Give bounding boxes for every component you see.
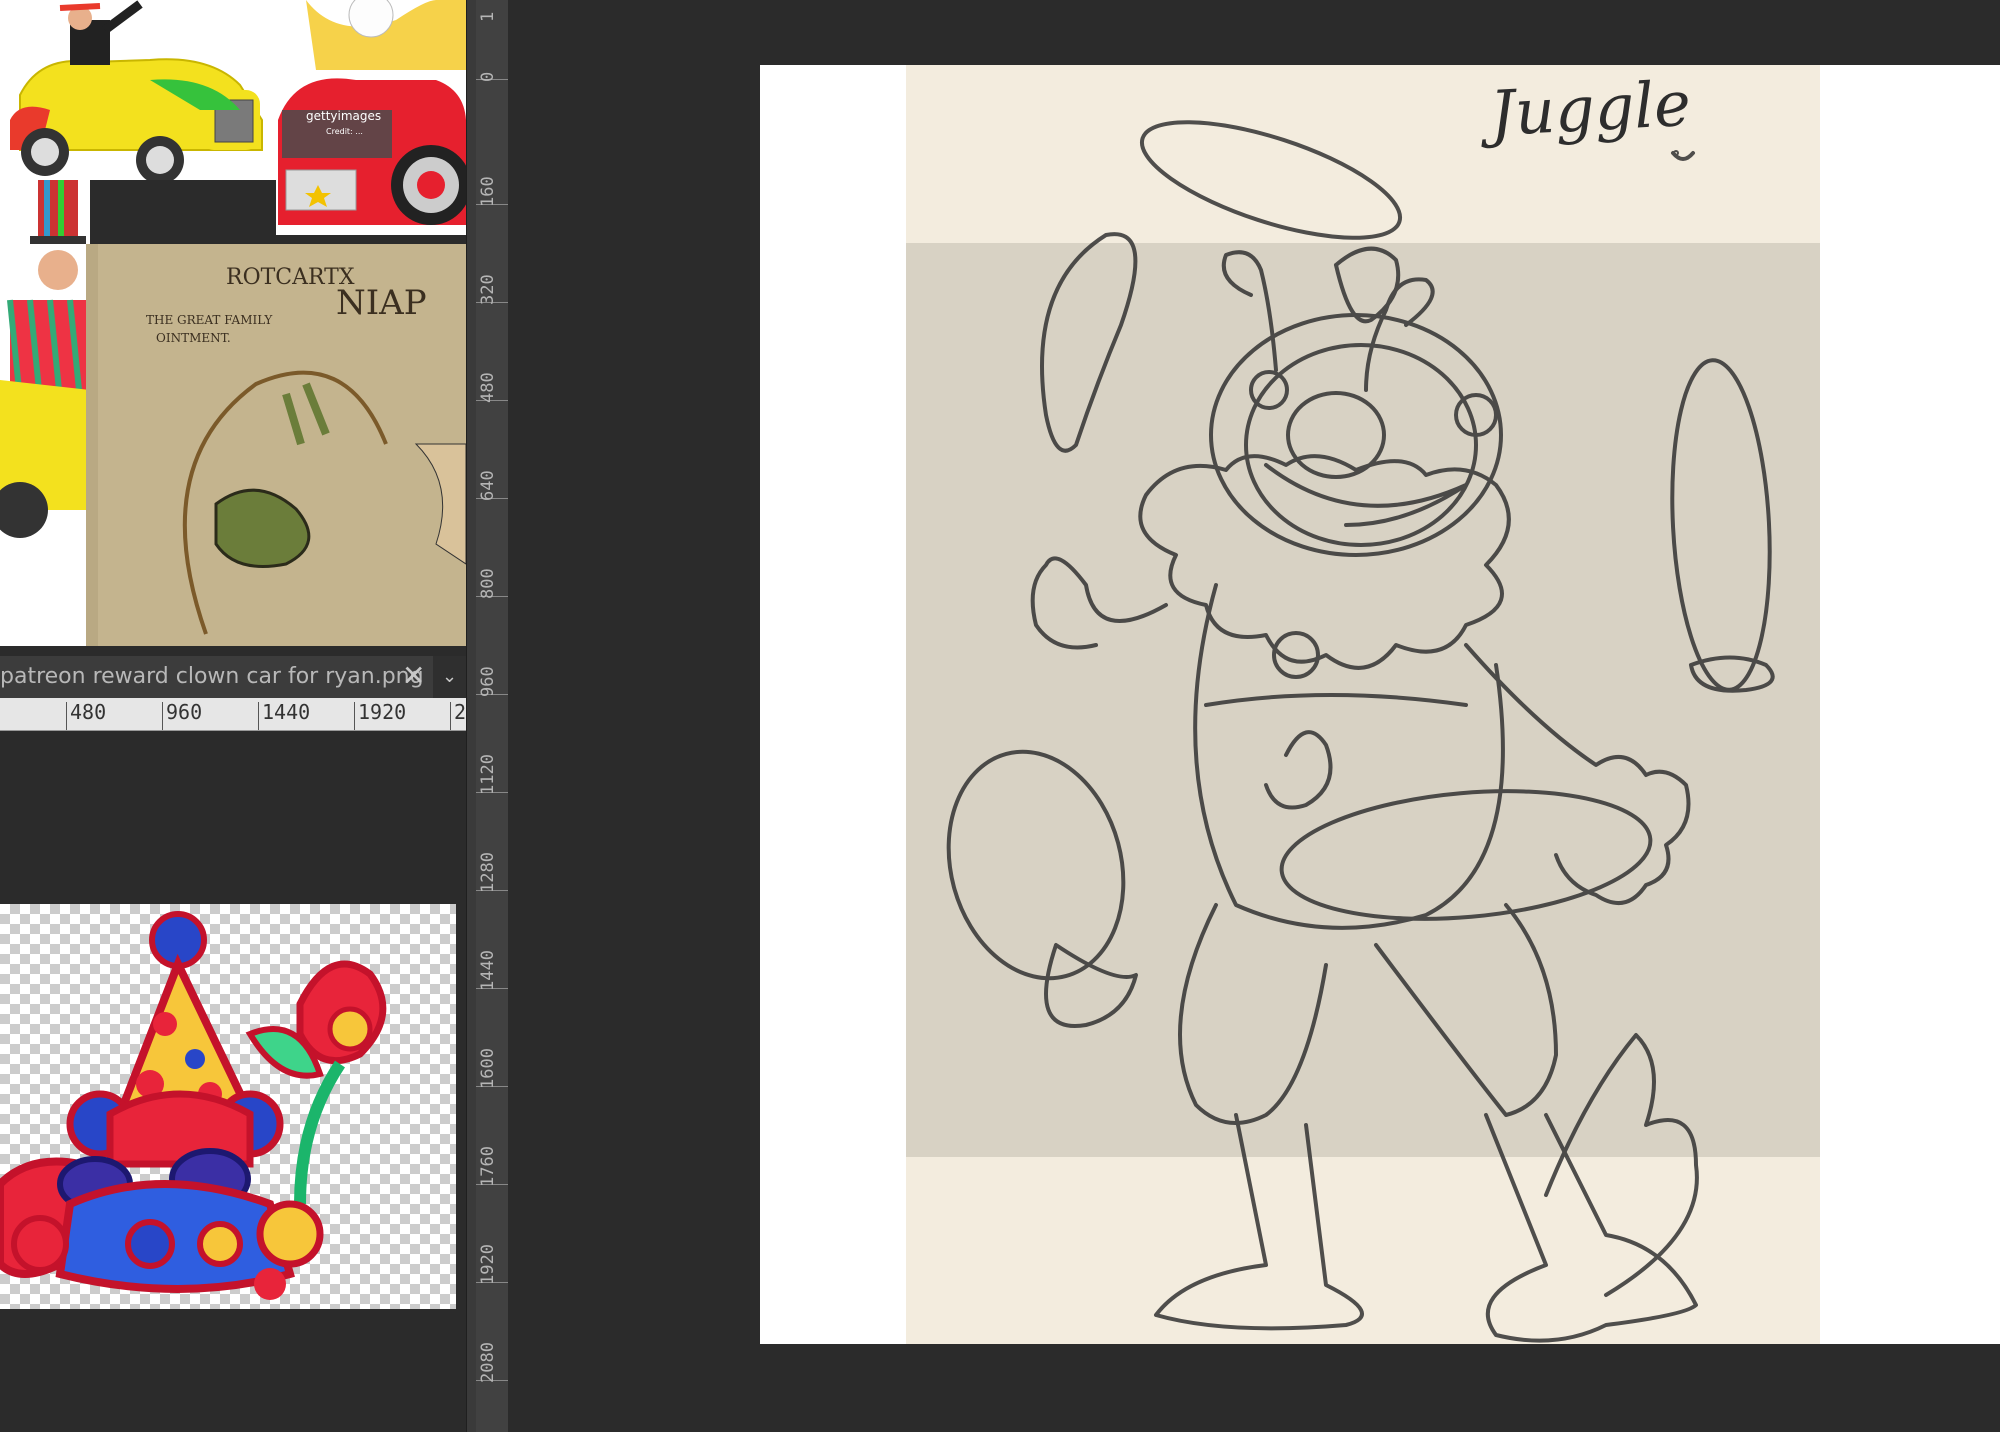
vruler-label: 1920 xyxy=(478,1244,498,1285)
vruler-label: 1760 xyxy=(478,1146,498,1187)
frog-clown-sketch xyxy=(946,120,1775,1343)
clown-car-sticker xyxy=(0,911,387,1300)
vruler-label: 0 xyxy=(478,71,498,82)
vruler-label: 640 xyxy=(478,470,498,501)
getty-watermark: gettyimages xyxy=(306,109,381,123)
ruler-tick xyxy=(162,702,163,730)
ruler-label-960: 960 xyxy=(166,700,203,724)
reference-photo-clown-car xyxy=(0,0,276,180)
ruler-tick xyxy=(66,702,67,730)
vertical-ruler: 1 0 160 320 480 640 800 960 1120 1280 14… xyxy=(476,0,509,1432)
vruler-label: 2080 xyxy=(478,1342,498,1383)
ruler-label-2400: 2 xyxy=(454,700,467,724)
vruler-label: 1440 xyxy=(478,950,498,991)
vruler-label: 160 xyxy=(478,176,498,207)
ruler-label-1920: 1920 xyxy=(358,700,407,724)
smiley-eye xyxy=(1673,150,1679,156)
document-tab[interactable]: patreon reward clown car for ryan.png ✕ … xyxy=(0,656,466,698)
ruler-label-1440: 1440 xyxy=(262,700,311,724)
document-tab-title[interactable]: patreon reward clown car for ryan.png xyxy=(0,664,424,689)
ruler-tick xyxy=(450,702,451,730)
vruler-label: 960 xyxy=(478,666,498,697)
horizontal-ruler: 480 960 1440 1920 2 xyxy=(0,698,466,731)
vruler-label: 320 xyxy=(478,274,498,305)
reference-photo-clown-hat xyxy=(0,180,90,646)
reference-photo-getty-clown-car: gettyimages Credit: ... xyxy=(276,0,466,235)
ruler-label-480: 480 xyxy=(70,700,107,724)
vruler-label: 1120 xyxy=(478,754,498,795)
vruler-label: 1280 xyxy=(478,852,498,893)
reference-panel: gettyimages Credit: ... ROTCARTX NIAP TH… xyxy=(0,0,466,1432)
vruler-label: 1600 xyxy=(478,1048,498,1089)
close-icon[interactable]: ✕ xyxy=(402,659,425,692)
ruler-tick xyxy=(354,702,355,730)
ruler-tick xyxy=(258,702,259,730)
label-great-family: THE GREAT FAMILY xyxy=(146,313,273,327)
vruler-label: 480 xyxy=(478,372,498,403)
getty-credit: Credit: ... xyxy=(326,127,363,136)
vruler-label: 1 xyxy=(478,11,498,22)
label-ointment: OINTMENT. xyxy=(156,331,231,345)
vruler-label: 800 xyxy=(478,568,498,599)
label-pain: NIAP xyxy=(336,283,427,323)
chevron-down-icon[interactable]: ⌄ xyxy=(433,656,466,698)
reference-photo-antique-label: ROTCARTX NIAP THE GREAT FAMILY OINTMENT. xyxy=(86,244,466,646)
